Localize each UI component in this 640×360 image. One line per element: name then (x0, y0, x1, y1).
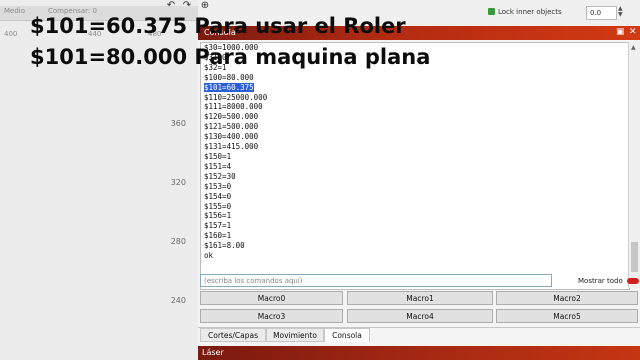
console-line-text: $155=0 (204, 201, 232, 211)
macro-button-5[interactable]: Macro5 (496, 309, 638, 323)
console-line: $153=0 (201, 182, 629, 192)
layer-mode-label: Medio (4, 7, 26, 15)
toggle-icon (488, 8, 495, 15)
console-line: $157=1 (201, 221, 629, 231)
console-line: $100=80.000 (201, 73, 629, 83)
console-line: $131=415.000 (201, 142, 629, 152)
redo-icon[interactable]: ↷ (180, 0, 194, 12)
console-line-text: ok (204, 251, 214, 261)
laser-panel-title-bar: Láser (198, 346, 640, 360)
console-line: $110=25000.000 (201, 93, 629, 103)
console-line-text: $151=4 (204, 161, 232, 171)
tab-cortes-capas[interactable]: Cortes/Capas (200, 328, 266, 342)
macro-button-1[interactable]: Macro1 (347, 291, 493, 305)
console-line: ok (201, 251, 629, 261)
tab-consola[interactable]: Consola (324, 328, 370, 342)
pin-icon[interactable]: ▣ (616, 27, 625, 37)
caption-line-1: $101=60.375 Para usar el Roler (30, 14, 406, 38)
console-line: $101=60.375 (201, 82, 629, 93)
console-line: $151=4 (201, 162, 629, 172)
console-line-text: $157=1 (204, 221, 232, 231)
console-line-text: $111=8000.000 (204, 102, 263, 112)
command-input[interactable]: (escriba los comandos aquí) (200, 274, 552, 287)
scroll-thumb[interactable] (631, 242, 638, 272)
console-line-text: $150=1 (204, 151, 232, 161)
console-line-text: $100=80.000 (204, 72, 254, 82)
lock-inner-objects-toggle[interactable]: Lock inner objects (488, 8, 562, 16)
console-panel: Consola ▣ ✕ $30=1000.000 $31=0 $32=1 $100=8… (198, 26, 640, 360)
console-line-text: $120=500.000 (204, 112, 259, 122)
tab-movimiento[interactable]: Movimiento (266, 328, 324, 342)
console-line-text: $131=415.000 (204, 142, 259, 152)
console-line: $154=0 (201, 192, 629, 202)
tool-icon[interactable]: ⊕ (198, 0, 212, 12)
console-line-text: $110=25000.000 (204, 92, 268, 102)
console-line: $121=500.000 (201, 122, 629, 132)
show-all-toggle[interactable]: Mostrar todo (578, 277, 639, 285)
show-all-label: Mostrar todo (578, 277, 623, 285)
console-line: $130=400.000 (201, 132, 629, 142)
ruler-left-tick: 240 (170, 296, 186, 305)
console-output[interactable]: $30=1000.000 $31=0 $32=1 $100=80.000 $101=60… (200, 42, 630, 290)
caption-line-2: $101=80.000 Para maquina plana (30, 45, 431, 69)
ruler-left-tick: 280 (170, 237, 186, 246)
value-spinbox[interactable]: 0.0 (586, 6, 617, 20)
console-line: $152=30 (201, 172, 629, 182)
macro-button-0[interactable]: Macro0 (200, 291, 343, 305)
console-line: $160=1 (201, 231, 629, 241)
ruler-top-tick: 400 (4, 30, 18, 38)
console-line-text: $160=1 (204, 231, 232, 241)
macro-button-3[interactable]: Macro3 (200, 309, 343, 323)
scroll-up-icon[interactable]: ▲ (631, 44, 636, 51)
console-line-text: $156=1 (204, 211, 232, 221)
console-line: $161=8.00 (201, 241, 629, 251)
close-icon[interactable]: ✕ (629, 27, 637, 37)
console-line: $156=1 (201, 211, 629, 221)
undo-icon[interactable]: ↶ (164, 0, 178, 12)
console-line-text: $161=8.00 (204, 241, 245, 251)
spin-arrows[interactable]: ▲ ▼ (618, 6, 623, 18)
ruler-left-tick: 360 (170, 119, 186, 128)
console-line-text: $154=0 (204, 191, 232, 201)
lock-inner-objects-label: Lock inner objects (498, 8, 562, 16)
toggle-switch-icon[interactable] (626, 278, 639, 284)
bottom-tabs: Cortes/Capas Movimiento Consola (198, 327, 640, 343)
console-line-text: $101=60.375 (204, 82, 254, 92)
console-line: $155=0 (201, 202, 629, 212)
macro-button-2[interactable]: Macro2 (496, 291, 638, 305)
macro-button-4[interactable]: Macro4 (347, 309, 493, 323)
console-line: $150=1 (201, 152, 629, 162)
console-line: $111=8000.000 (201, 102, 629, 112)
laser-panel-title: Láser (202, 348, 224, 357)
console-scrollbar[interactable]: ▲ ▼ (628, 42, 640, 288)
ruler-left-tick: 320 (170, 178, 186, 187)
console-line-text: $130=400.000 (204, 132, 259, 142)
console-line-text: $153=0 (204, 181, 232, 191)
console-line-text: $152=30 (204, 171, 236, 181)
console-line-text: $121=500.000 (204, 122, 259, 132)
console-line: $120=500.000 (201, 112, 629, 122)
